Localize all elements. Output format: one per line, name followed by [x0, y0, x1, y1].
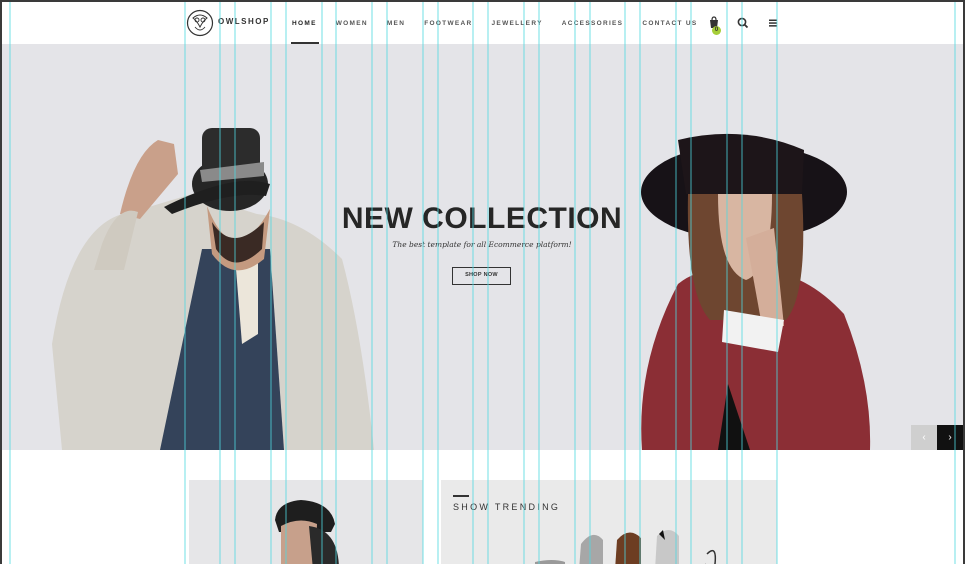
hero-slider: NEW COLLECTION The best template for all… — [2, 44, 963, 450]
hero-title: NEW COLLECTION — [341, 202, 623, 235]
main-nav: HOME WOMEN MEN FOOTWEAR JEWELLERY ACCESS… — [291, 2, 716, 44]
site-header: OWLSHOP HOME WOMEN MEN FOOTWEAR JEWELLER… — [2, 2, 963, 44]
nav-item-footwear[interactable]: FOOTWEAR — [424, 2, 472, 44]
owl-logo-icon[interactable] — [186, 9, 214, 37]
nav-item-men[interactable]: MEN — [387, 2, 405, 44]
shoes-image — [535, 530, 717, 564]
slider-next-button[interactable]: › — [937, 425, 963, 450]
nav-item-accessories[interactable]: ACCESSORIES — [562, 2, 624, 44]
male-portrait-image — [275, 500, 339, 564]
shop-now-button[interactable]: SHOP NOW — [452, 267, 511, 285]
hero-subtitle: The best template for all Ecommerce plat… — [392, 240, 572, 249]
logo-text[interactable]: OWLSHOP — [218, 17, 270, 26]
nav-item-home[interactable]: HOME — [291, 2, 319, 44]
search-icon[interactable] — [736, 16, 750, 30]
cart-count-badge: 0 — [712, 26, 721, 35]
slider-prev-button[interactable]: ‹ — [911, 425, 937, 450]
chevron-left-icon: ‹ — [922, 432, 926, 443]
nav-item-jewellery[interactable]: JEWELLERY — [492, 2, 543, 44]
nav-item-women[interactable]: WOMEN — [336, 2, 368, 44]
nav-item-contact-us[interactable]: CONTACT US — [642, 2, 697, 44]
men-promo-card[interactable] — [189, 480, 423, 564]
chevron-right-icon: › — [948, 432, 952, 443]
trending-card[interactable]: SHOW TRENDING — [441, 480, 777, 564]
page: OWLSHOP HOME WOMEN MEN FOOTWEAR JEWELLER… — [2, 2, 963, 564]
menu-icon[interactable] — [766, 16, 780, 30]
